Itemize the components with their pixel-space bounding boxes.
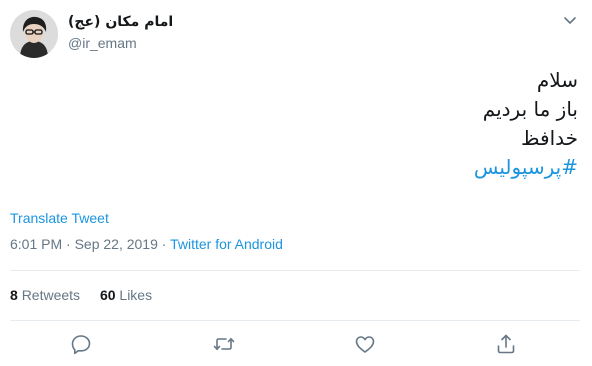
- divider: [10, 270, 580, 271]
- like-icon[interactable]: [353, 332, 377, 356]
- author-handle[interactable]: @ir_emam: [68, 34, 173, 52]
- tweet-card: امام مکان (عج) @ir_emam سلام باز ما بردی…: [0, 0, 592, 366]
- likes-count: 60: [99, 287, 116, 303]
- retweets-count: 8: [10, 287, 18, 303]
- action-bar: [0, 330, 592, 358]
- retweets-label: Retweets: [21, 287, 81, 303]
- tweet-stats: 8 Retweets 60 Likes: [10, 287, 168, 303]
- chevron-down-icon[interactable]: [562, 12, 578, 28]
- tweet-meta: 6:01 PM · Sep 22, 2019 · Twitter for And…: [10, 236, 283, 252]
- meta-separator: ·: [157, 236, 171, 252]
- likes-stat[interactable]: 60 Likes: [100, 287, 152, 303]
- tweet-line: خدافظ: [521, 126, 578, 150]
- hashtag-link[interactable]: #پرسپولیس: [18, 153, 578, 182]
- share-icon[interactable]: [494, 332, 518, 356]
- avatar-image: [10, 10, 58, 58]
- tweet-text: سلام باز ما بردیم خدافظ #پرسپولیس: [18, 66, 578, 182]
- retweets-stat[interactable]: 8 Retweets: [10, 287, 80, 303]
- avatar[interactable]: [10, 10, 58, 58]
- retweet-icon[interactable]: [212, 332, 236, 356]
- timestamp[interactable]: 6:01 PM · Sep 22, 2019: [10, 236, 158, 252]
- tweet-line: باز ما بردیم: [482, 97, 578, 121]
- reply-icon[interactable]: [69, 332, 93, 356]
- translate-tweet-link[interactable]: Translate Tweet: [10, 210, 109, 226]
- divider: [10, 320, 580, 321]
- author-display-name[interactable]: امام مکان (عج): [68, 12, 173, 32]
- tweet-line: سلام: [536, 68, 578, 92]
- source-link[interactable]: Twitter for Android: [170, 236, 283, 252]
- author-block: امام مکان (عج) @ir_emam: [68, 12, 173, 52]
- likes-label: Likes: [119, 287, 153, 303]
